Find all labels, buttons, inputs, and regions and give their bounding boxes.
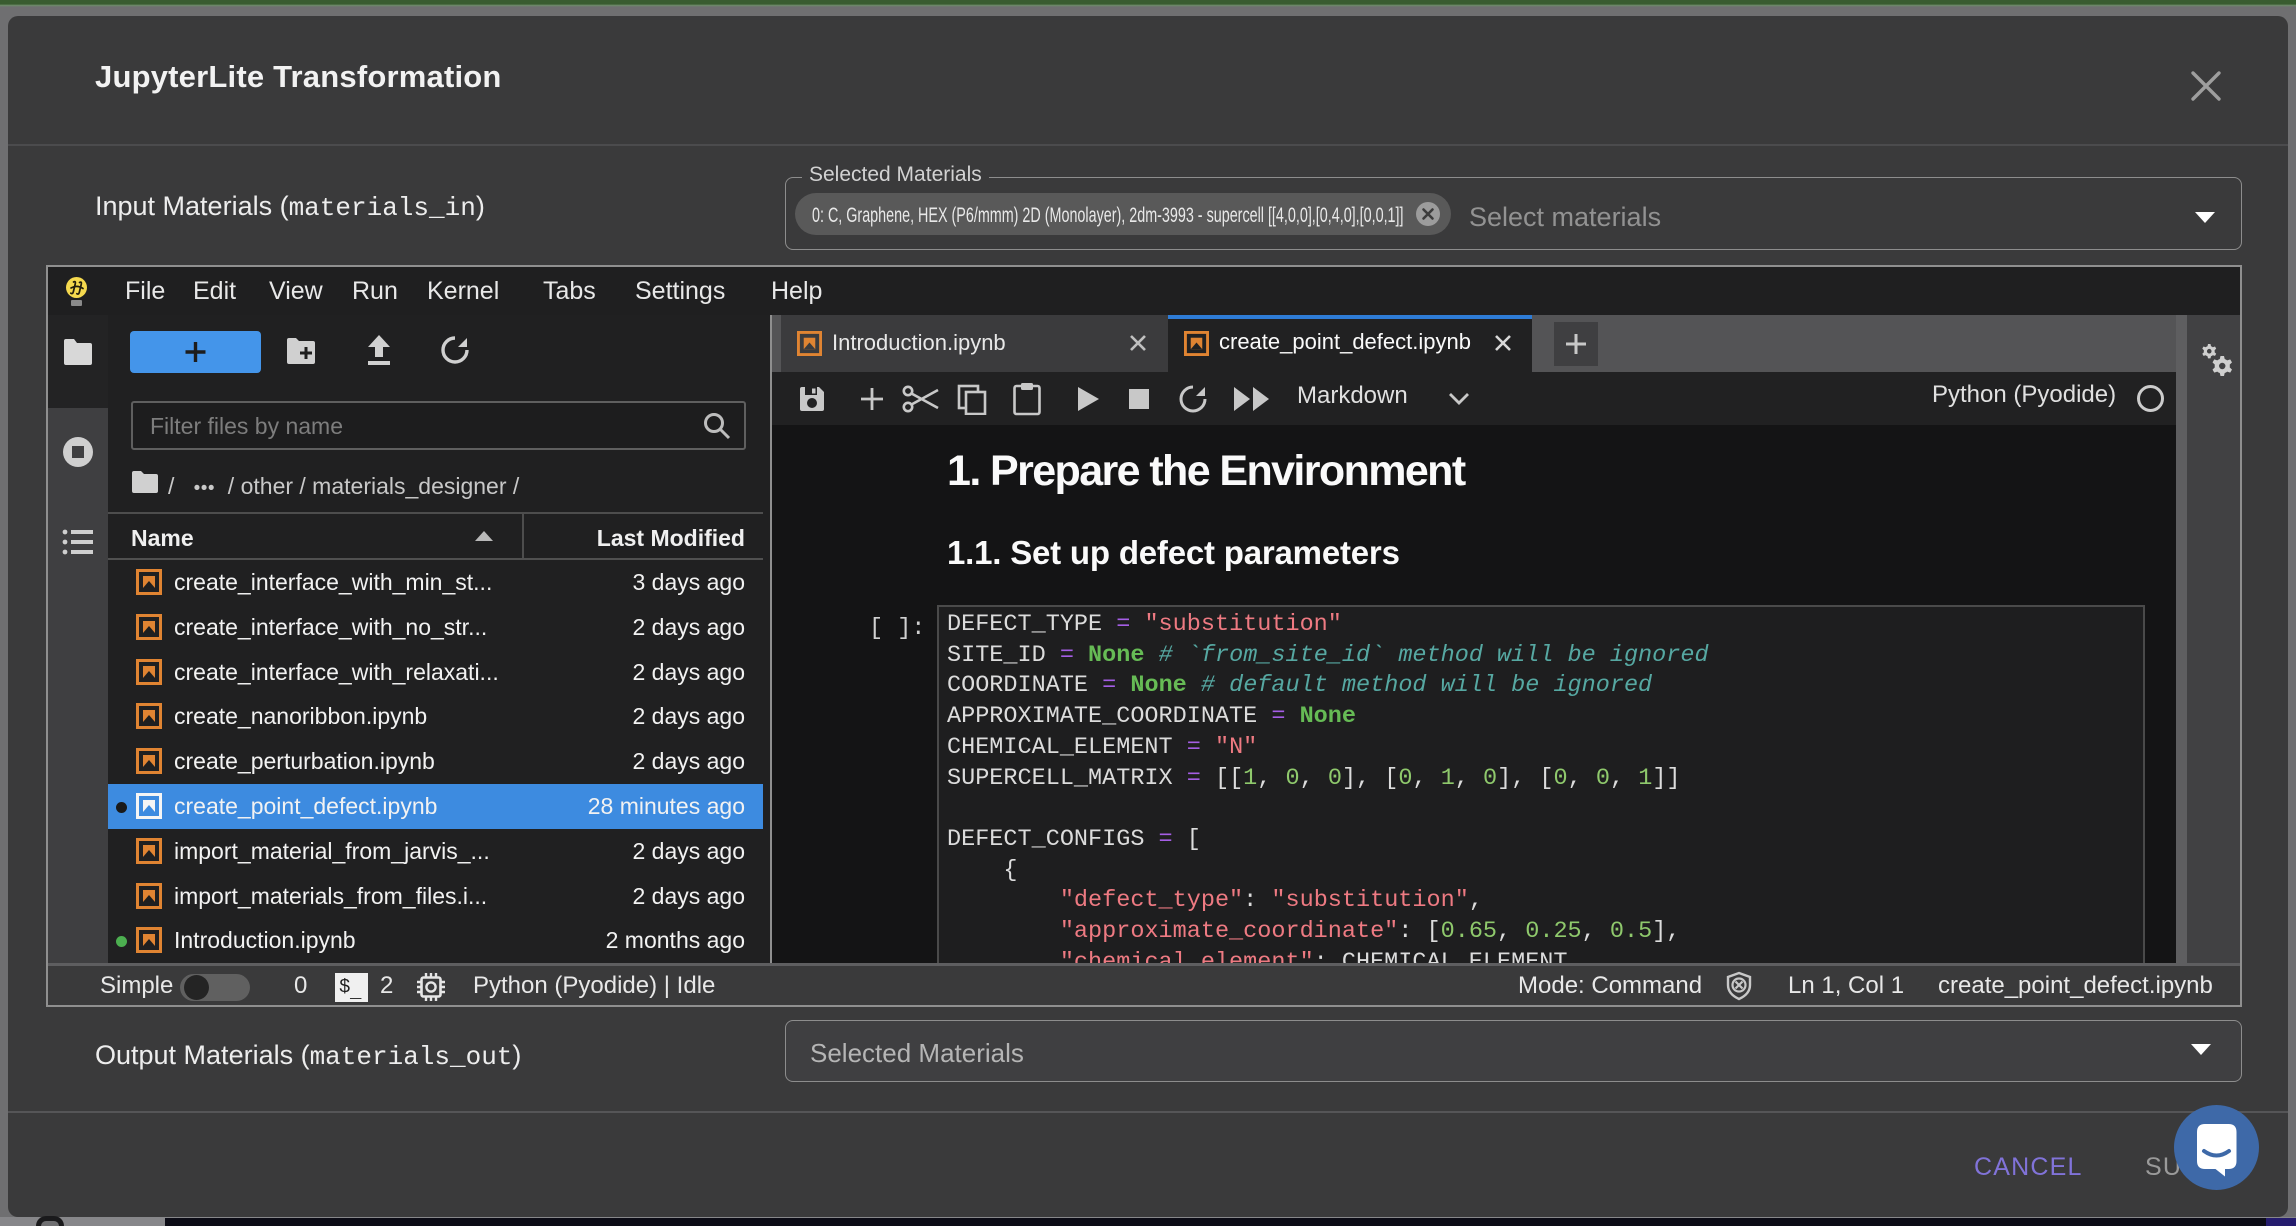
svg-text:_: _ — [349, 981, 362, 1002]
svg-text:$: $ — [339, 976, 350, 998]
